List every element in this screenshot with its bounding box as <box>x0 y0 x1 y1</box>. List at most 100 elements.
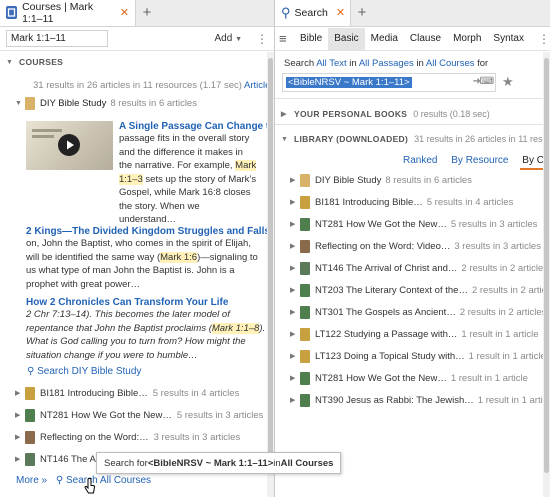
tab-basic[interactable]: Basic <box>328 27 365 50</box>
hand-cursor-icon <box>84 478 96 494</box>
tooltip-text: in <box>273 457 281 469</box>
scrollbar-thumb[interactable] <box>268 58 273 473</box>
resource-row[interactable]: ▶ BI181 Introducing Bible… 5 results in … <box>15 382 239 404</box>
tab-media[interactable]: Media <box>365 28 404 50</box>
left-scrollbar[interactable] <box>267 52 274 497</box>
highlight-ref: 1:1–3 <box>119 173 143 185</box>
resource-row[interactable]: ▶ NT281 How We Got the New… 5 results in… <box>15 404 263 426</box>
collapsed-triangle-icon: ▶ <box>290 309 296 316</box>
new-tab-button[interactable]: + <box>351 0 373 26</box>
diy-group-row[interactable]: ▼ DIY Bible Study 8 results in 6 article… <box>15 92 197 114</box>
keyboard-icon[interactable]: ⌨ <box>480 76 494 87</box>
highlight-ref: Mark 1:6 <box>160 251 198 263</box>
tab-courses[interactable]: Courses | Mark 1:1–11 ✕ <box>0 0 136 26</box>
result-name: NT390 Jesus as Rabbi: The Jewish… <box>315 394 474 406</box>
hamburger-menu-icon[interactable]: ≡ <box>279 31 294 46</box>
book-cover-icon <box>25 408 35 422</box>
tooltip-text: Search for <box>104 457 148 469</box>
close-tab-icon[interactable]: ✕ <box>336 6 345 19</box>
add-button[interactable]: Add ▼ <box>214 33 242 44</box>
result-row[interactable]: ▶ NT390 Jesus as Rabbi: The Jewish… 1 re… <box>290 389 550 411</box>
tab-morph[interactable]: Morph <box>447 28 487 50</box>
article-1-line: 1:1–3 sets up the story of Mark’s <box>119 173 268 187</box>
scope-all-passages-link[interactable]: All Passages <box>359 58 414 69</box>
book-cover-icon <box>300 371 310 385</box>
summary-text: 31 results in 26 articles in 11 resource… <box>33 80 242 91</box>
expanded-triangle-icon: ▼ <box>15 99 22 107</box>
expanded-triangle-icon: ▼ <box>281 135 289 143</box>
right-tab-bar: ⚲ Search ✕ + <box>275 0 550 27</box>
result-row[interactable]: ▶ BI181 Introducing Bible… 5 results in … <box>290 191 545 213</box>
library-count: 31 results in 26 articles in 11 resource… <box>414 134 550 144</box>
book-cover-icon <box>300 195 310 209</box>
book-cover-icon <box>25 452 35 466</box>
search-query-input[interactable]: <BibleNRSV ~ Mark 1:1–11> ➜ ⌨ <box>282 73 496 92</box>
tab-syntax[interactable]: Syntax <box>487 28 530 50</box>
book-cover-icon <box>300 217 310 231</box>
panel-menu-icon[interactable]: ⋮ <box>538 33 550 45</box>
result-count: 1 result in 1 article <box>477 394 550 406</box>
scope-all-courses-link[interactable]: All Courses <box>426 58 475 69</box>
panel-menu-icon[interactable]: ⋮ <box>256 33 268 45</box>
article-3-title[interactable]: How 2 Chronicles Can Transform Your Life <box>26 297 268 308</box>
scope-text: for <box>474 58 489 69</box>
result-count: 1 result in 1 article <box>468 350 546 362</box>
resource-row[interactable]: ▶ Reflecting on the Word:… 3 results in … <box>15 426 240 448</box>
courses-summary: 31 results in 26 articles in 11 resource… <box>33 80 268 91</box>
result-count: 1 result in 1 article <box>450 372 528 384</box>
collapsed-triangle-icon: ▶ <box>281 111 287 118</box>
collapsed-triangle-icon: ▶ <box>15 390 21 397</box>
right-scrollbar[interactable] <box>543 52 550 497</box>
reference-input[interactable]: Mark 1:1–11 <box>6 30 108 47</box>
collapsed-triangle-icon: ▶ <box>290 221 296 228</box>
video-thumbnail[interactable] <box>26 121 113 170</box>
courses-section-header[interactable]: ▼ COURSES <box>6 57 63 67</box>
book-cover-icon <box>300 349 310 363</box>
article-3-text: ). <box>259 322 266 334</box>
play-icon[interactable] <box>58 134 80 156</box>
scope-text: in <box>346 58 359 69</box>
result-row[interactable]: ▶ NT301 The Gospels as Ancient… 2 result… <box>290 301 546 323</box>
result-name: NT281 How We Got the New… <box>315 372 447 384</box>
divider <box>275 98 545 99</box>
article-1-line: the narrative. For example, Mark <box>119 159 268 173</box>
search-all-link[interactable]: ⚲ Search All Courses <box>56 475 151 486</box>
more-link[interactable]: More » <box>16 475 47 486</box>
result-row[interactable]: ▶ LT123 Doing a Topical Study with… 1 re… <box>290 345 546 367</box>
sort-by-resource[interactable]: By Resource <box>449 155 510 166</box>
article-1-title[interactable]: A Single Passage Can Change t <box>119 121 268 132</box>
left-tab-bar: Courses | Mark 1:1–11 ✕ + <box>0 0 274 27</box>
library-header[interactable]: ▼ LIBRARY (DOWNLOADED) 31 results in 26 … <box>281 134 550 144</box>
result-count: 8 results in 6 articles <box>385 174 472 186</box>
resource-row[interactable]: ▶ NT146 The Ar <box>15 448 99 470</box>
star-icon[interactable]: ★ <box>502 74 514 90</box>
articles-link[interactable]: Articles <box>244 80 268 91</box>
tab-bible[interactable]: Bible <box>294 28 328 50</box>
sort-ranked[interactable]: Ranked <box>401 155 439 166</box>
article-1-line: Gospel, while Mark 16:8 closes <box>119 187 251 198</box>
new-tab-button[interactable]: + <box>136 0 158 26</box>
scope-text: Search <box>284 58 317 69</box>
search-diy-link[interactable]: ⚲ Search DIY Bible Study <box>27 366 141 377</box>
collapsed-triangle-icon: ▶ <box>15 434 21 441</box>
tab-clause[interactable]: Clause <box>404 28 447 50</box>
book-cover-icon <box>300 261 310 275</box>
personal-books-header[interactable]: ▶ YOUR PERSONAL BOOKS 0 results (0.18 se… <box>281 109 490 119</box>
collapsed-triangle-icon: ▶ <box>15 412 21 419</box>
resource-name: NT281 How We Got the New… <box>40 409 172 421</box>
scrollbar-thumb[interactable] <box>544 58 549 473</box>
result-row[interactable]: ▶ NT146 The Arrival of Christ and… 2 res… <box>290 257 548 279</box>
result-row[interactable]: ▶ NT281 How We Got the New… 1 result in … <box>290 367 545 389</box>
result-row[interactable]: ▶ NT281 How We Got the New… 5 results in… <box>290 213 545 235</box>
close-tab-icon[interactable]: ✕ <box>120 6 129 19</box>
result-row[interactable]: ▶ DIY Bible Study 8 results in 6 article… <box>290 169 545 191</box>
result-row[interactable]: ▶ Reflecting on the Word: Video… 3 resul… <box>290 235 545 257</box>
scope-all-text-link[interactable]: All Text <box>316 58 346 69</box>
article-2-title[interactable]: 2 Kings—The Divided Kingdom Struggles an… <box>26 226 268 237</box>
tooltip-target: All Courses <box>280 457 334 469</box>
collapsed-triangle-icon: ▶ <box>290 243 296 250</box>
tab-search[interactable]: ⚲ Search ✕ <box>275 0 351 26</box>
article-2: 2 Kings—The Divided Kingdom Struggles an… <box>26 226 268 291</box>
result-row[interactable]: ▶ LT122 Studying a Passage with… 1 resul… <box>290 323 545 345</box>
result-row[interactable]: ▶ NT203 The Literary Context of the… 2 r… <box>290 279 550 301</box>
